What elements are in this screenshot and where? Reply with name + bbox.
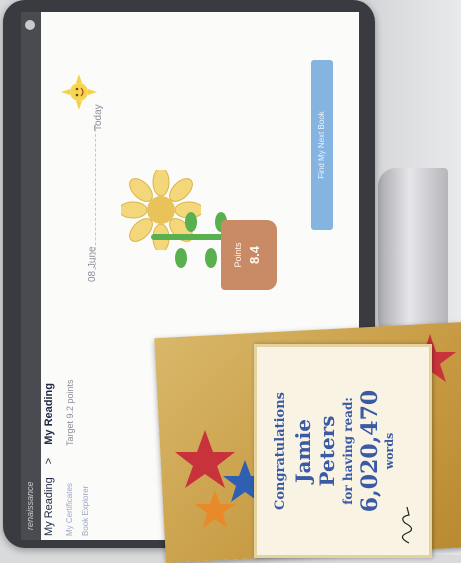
breadcrumb-separator: >	[43, 457, 55, 465]
cert-last-name: Peters	[315, 415, 339, 487]
breadcrumb-root[interactable]: My Reading	[43, 477, 55, 536]
date-start: 08 June	[87, 246, 98, 282]
book-explorer-link[interactable]: Book Explorer	[81, 486, 90, 536]
cert-first-name: Jamie	[291, 419, 315, 483]
points-pot: Points 8.4	[221, 220, 277, 290]
signature-icon	[401, 506, 413, 544]
cert-for-having-read: for having read:	[341, 397, 355, 505]
my-certificates-link[interactable]: My Certificates	[65, 483, 74, 536]
breadcrumb-current: My Reading	[43, 383, 55, 445]
find-next-book-button[interactable]: Find My Next Book	[311, 60, 333, 230]
timeline-line	[95, 124, 96, 270]
target-text: Target 9.2 points	[65, 379, 75, 446]
app-topbar: renaissance	[21, 12, 41, 540]
certificate-body: Congratulations Jamie Peters for having …	[257, 347, 429, 555]
points-label: Points	[233, 242, 243, 268]
breadcrumb: My Reading > My Reading	[43, 373, 55, 536]
cert-word-count: 6,020,470	[357, 389, 383, 513]
brand-logo: renaissance	[25, 481, 35, 530]
menu-icon[interactable]	[25, 20, 35, 30]
certificate: Congratulations Jamie Peters for having …	[254, 344, 432, 558]
tablet-stand	[378, 168, 448, 338]
sun-icon	[61, 74, 97, 110]
points-value: 8.4	[247, 245, 262, 265]
cert-congratulations: Congratulations	[273, 391, 288, 511]
